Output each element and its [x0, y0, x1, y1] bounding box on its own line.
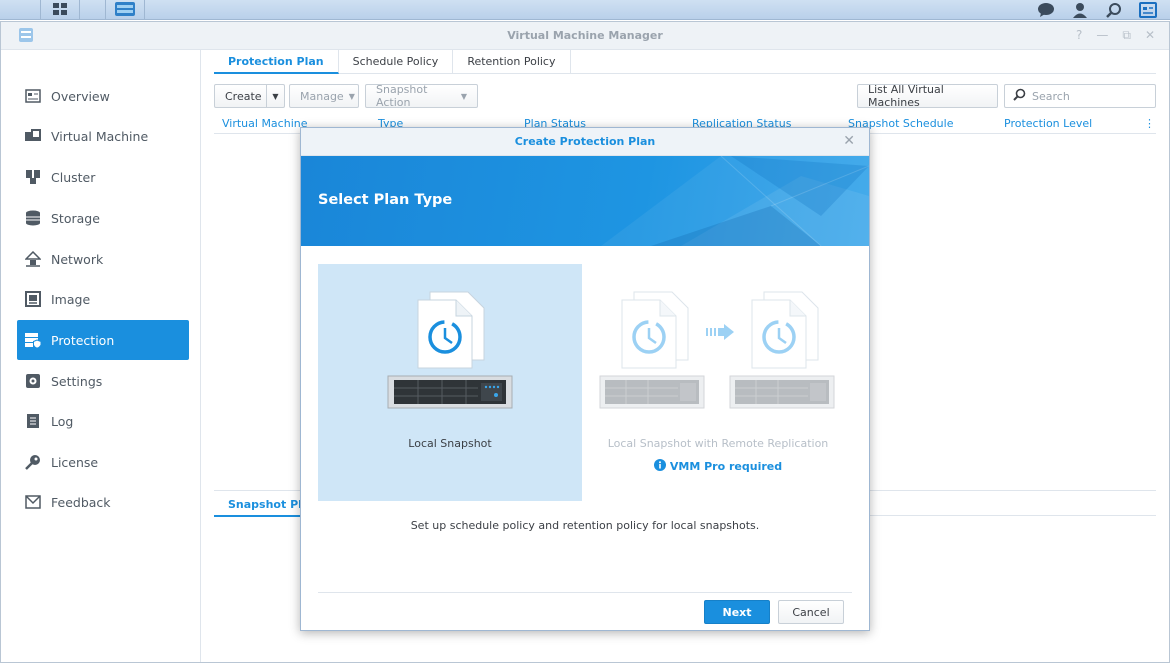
column-protection-level[interactable]: Protection Level — [1004, 117, 1092, 130]
network-icon — [25, 251, 41, 267]
close-icon[interactable]: ✕ — [843, 133, 855, 149]
search-icon — [1013, 88, 1026, 104]
settings-icon — [25, 373, 41, 389]
window-title: Virtual Machine Manager — [507, 29, 663, 42]
help-icon[interactable]: ? — [1076, 28, 1082, 43]
sidebar-item-log[interactable]: Log — [17, 401, 189, 441]
sidebar-item-label: Overview — [51, 88, 110, 104]
close-window-icon[interactable]: ✕ — [1145, 28, 1155, 43]
option-remote-replication[interactable]: Local Snapshot with Remote Replication V… — [586, 264, 850, 501]
pro-note-text: VMM Pro required — [669, 460, 783, 473]
create-protection-plan-dialog: Create Protection Plan ✕ Select Plan Typ… — [300, 127, 870, 631]
main-menu-button[interactable] — [40, 0, 80, 20]
restore-icon[interactable]: ⧉ — [1122, 28, 1131, 43]
tab-schedule-policy[interactable]: Schedule Policy — [339, 50, 454, 74]
tab-retention-policy[interactable]: Retention Policy — [453, 50, 571, 74]
cancel-button[interactable]: Cancel — [778, 600, 844, 624]
manage-button-label: Manage — [300, 89, 344, 103]
dialog-divider — [318, 592, 852, 593]
toolbar: Create ▼ Manage ▼ Snapshot Action ▼ List… — [214, 83, 1156, 109]
sidebar-item-label: Network — [51, 251, 104, 267]
list-all-vms-button[interactable]: List All Virtual Machines — [857, 83, 998, 109]
widgets-icon[interactable] — [1138, 1, 1158, 19]
sidebar-item-label: Virtual Machine — [51, 128, 149, 144]
sidebar-item-virtual-machine[interactable]: Virtual Machine — [17, 116, 189, 156]
option-label: Local Snapshot — [408, 437, 492, 450]
sidebar-item-label: Protection — [51, 332, 115, 348]
chevron-down-icon: ▼ — [348, 91, 355, 101]
search-icon[interactable] — [1104, 1, 1124, 19]
snapshot-action-label: Snapshot Action — [376, 83, 428, 109]
sidebar-item-label: License — [51, 454, 99, 470]
virtual-machine-icon — [25, 128, 41, 144]
image-icon — [25, 291, 41, 307]
sidebar-item-protection[interactable]: Protection — [17, 320, 189, 360]
sidebar-item-storage[interactable]: Storage — [17, 198, 189, 238]
column-menu-icon[interactable]: ⋮ — [1144, 117, 1155, 130]
create-button-label: Create — [225, 89, 262, 103]
window-titlebar: Virtual Machine Manager ? — ⧉ ✕ — [1, 22, 1169, 50]
search-input[interactable]: Search — [1004, 84, 1156, 108]
cluster-icon — [25, 169, 41, 185]
user-icon[interactable] — [1070, 1, 1090, 19]
chevron-down-icon: ▼ — [460, 91, 467, 101]
sidebar-item-label: Feedback — [51, 494, 111, 510]
remote-replication-illustration — [599, 291, 835, 409]
sidebar-item-license[interactable]: License — [17, 442, 189, 482]
dialog-heading: Select Plan Type — [318, 192, 453, 208]
sidebar-item-image[interactable]: Image — [17, 279, 189, 319]
sidebar-item-settings[interactable]: Settings — [17, 361, 189, 401]
local-snapshot-illustration — [387, 291, 513, 409]
next-button[interactable]: Next — [704, 600, 770, 624]
sidebar-item-cluster[interactable]: Cluster — [17, 157, 189, 197]
column-virtual-machine[interactable]: Virtual Machine — [222, 117, 308, 130]
dialog-title: Create Protection Plan — [514, 135, 656, 148]
protection-icon — [25, 332, 41, 348]
grid-icon — [52, 2, 68, 19]
search-placeholder: Search — [1032, 89, 1070, 103]
sidebar-item-label: Log — [51, 413, 74, 429]
license-icon — [25, 454, 41, 470]
sidebar-item-label: Settings — [51, 373, 103, 389]
info-icon — [653, 459, 666, 474]
sidebar: Overview Virtual Machine Cluster Storage… — [1, 50, 201, 662]
vmm-app-icon — [114, 1, 136, 20]
sidebar-item-overview[interactable]: Overview — [17, 76, 189, 116]
log-icon — [25, 413, 41, 429]
chevron-down-icon[interactable]: ▼ — [266, 85, 284, 107]
minimize-icon[interactable]: — — [1096, 28, 1108, 43]
manage-button[interactable]: Manage ▼ — [289, 84, 359, 108]
create-button[interactable]: Create ▼ — [214, 84, 285, 108]
vmm-taskbar-button[interactable] — [105, 0, 145, 20]
snapshot-action-button[interactable]: Snapshot Action ▼ — [365, 83, 478, 109]
dialog-titlebar: Create Protection Plan ✕ — [301, 128, 869, 156]
option-label: Local Snapshot with Remote Replication — [607, 437, 829, 450]
feedback-icon — [25, 494, 41, 510]
sidebar-item-label: Cluster — [51, 169, 96, 185]
overview-icon — [25, 88, 41, 104]
dialog-banner: Select Plan Type — [301, 156, 869, 246]
protection-tabs: Protection Plan Schedule Policy Retentio… — [214, 50, 1156, 74]
option-local-snapshot[interactable]: Local Snapshot — [318, 264, 582, 501]
vmm-pro-required-note[interactable]: VMM Pro required — [586, 459, 850, 474]
sidebar-item-label: Image — [51, 291, 91, 307]
dsm-taskbar — [0, 0, 1170, 20]
plan-description: Set up schedule policy and retention pol… — [410, 519, 760, 532]
tab-protection-plan[interactable]: Protection Plan — [214, 50, 339, 74]
chat-icon[interactable] — [1036, 1, 1056, 19]
sidebar-item-label: Storage — [51, 210, 100, 226]
sidebar-item-network[interactable]: Network — [17, 239, 189, 279]
storage-icon — [25, 210, 41, 226]
sidebar-item-feedback[interactable]: Feedback — [17, 482, 189, 522]
